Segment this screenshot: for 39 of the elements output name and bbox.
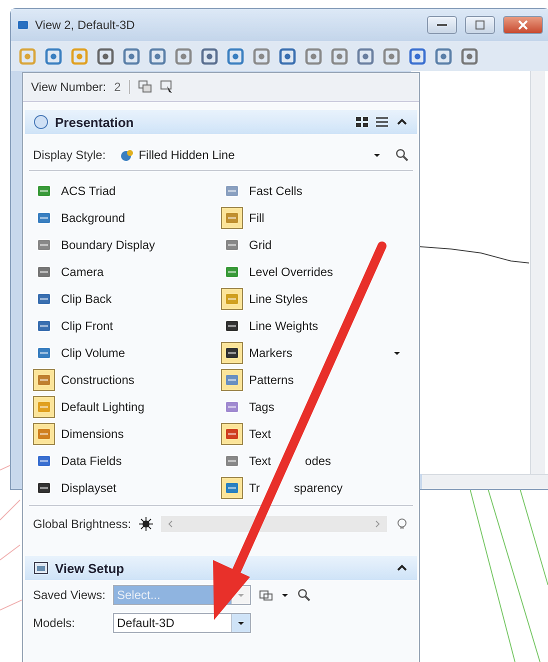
item-label: Tags [249,400,274,414]
item-label: Boundary Display [61,238,156,252]
saved-views-label: Saved Views: [33,588,105,602]
display-style-dropdown[interactable]: Filled Hidden Line [114,144,387,166]
item-label: Background [61,210,126,224]
item-label: Default Lighting [61,400,144,414]
item-label: Fill [249,210,264,224]
item-label: Clip Volume [61,346,126,360]
display-style-label: Display Style: [33,148,106,162]
item-label: Level Overrides [249,264,334,278]
window-title: View 2, Default-3D [35,18,135,32]
item-label: Data Fields [61,454,122,468]
item-label: ACS Triad [61,184,116,198]
item-label: Camera [61,264,104,278]
section-header[interactable]: Presentation [25,110,417,134]
item-label: Tr [249,480,260,494]
item-label: sparency [294,480,343,494]
item-label: Fast Cells [249,184,302,198]
item-label: Clip Back [61,292,112,306]
item-label: Text [249,454,272,468]
item-label: Markers [249,346,292,360]
section-title: Presentation [55,114,134,130]
section-header[interactable]: View Setup [25,556,417,580]
item-label: Text [249,426,272,440]
section-title: View Setup [55,560,124,576]
item-label: Line Weights [249,318,318,332]
item-label: Grid [249,238,272,252]
item-label: Line Styles [249,292,308,306]
item-label: Constructions [61,372,134,386]
item-label: Dimensions [61,426,124,440]
view-number-label: View Number: [31,80,106,94]
item-label: Displayset [61,480,116,494]
models-label: Models: [33,616,76,630]
item-label: odes [305,454,332,468]
global-brightness-label: Global Brightness: [33,517,132,531]
item-label: Clip Front [61,318,114,332]
item-label: Patterns [249,372,294,386]
models-dropdown[interactable]: Default-3D [113,613,251,633]
view-number-field[interactable]: 2 [114,80,130,94]
